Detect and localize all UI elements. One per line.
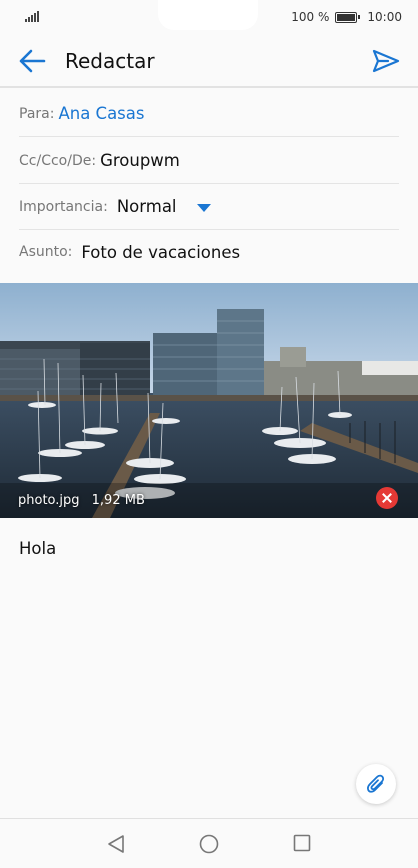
cc-label: Cc/Cco/De: (19, 152, 97, 169)
to-field[interactable]: Para: Ana Casas (19, 91, 399, 137)
page-title: Redactar (65, 49, 155, 73)
subject-input[interactable]: Foto de vacaciones (81, 243, 240, 262)
harbor-photo (0, 283, 418, 518)
attachment-filename: photo.jpg (18, 493, 80, 508)
subject-field[interactable]: Asunto: Foto de vacaciones (19, 229, 399, 275)
home-circle-icon[interactable] (199, 834, 219, 854)
attachment-size: 1,92 MB (91, 493, 145, 508)
subject-label: Asunto: (19, 244, 73, 260)
battery-percent: 100 % (291, 10, 330, 24)
paperclip-icon (366, 774, 385, 793)
to-label: Para: (19, 105, 55, 122)
remove-attachment-icon[interactable] (376, 487, 398, 509)
message-body[interactable]: Hola (19, 539, 56, 558)
app-header: Redactar (0, 34, 418, 88)
cc-value[interactable]: Groupwm (100, 151, 180, 170)
importance-field[interactable]: Importancia: Normal (19, 184, 399, 230)
status-right: 100 % 10:00 (291, 9, 402, 25)
send-icon[interactable] (372, 49, 400, 73)
camera-notch (158, 0, 258, 30)
importance-label: Importancia: (19, 198, 108, 215)
signal-icon (25, 11, 39, 22)
to-recipient[interactable]: Ana Casas (58, 104, 144, 123)
importance-value[interactable]: Normal (117, 197, 177, 216)
cc-field[interactable]: Cc/Cco/De: Groupwm (19, 138, 399, 184)
status-bar: 100 % 10:00 (0, 0, 418, 34)
clock: 10:00 (367, 10, 402, 24)
attachment-info: photo.jpg 1,92 MB (18, 493, 145, 508)
attachment-preview[interactable]: photo.jpg 1,92 MB (0, 283, 418, 518)
dropdown-arrow-icon[interactable] (196, 203, 211, 212)
back-triangle-icon[interactable] (107, 834, 125, 854)
arrow-left-icon[interactable] (18, 48, 46, 74)
battery-icon (335, 11, 361, 23)
recents-square-icon[interactable] (293, 834, 311, 852)
navigation-bar (0, 818, 418, 868)
attach-button[interactable] (356, 764, 396, 804)
